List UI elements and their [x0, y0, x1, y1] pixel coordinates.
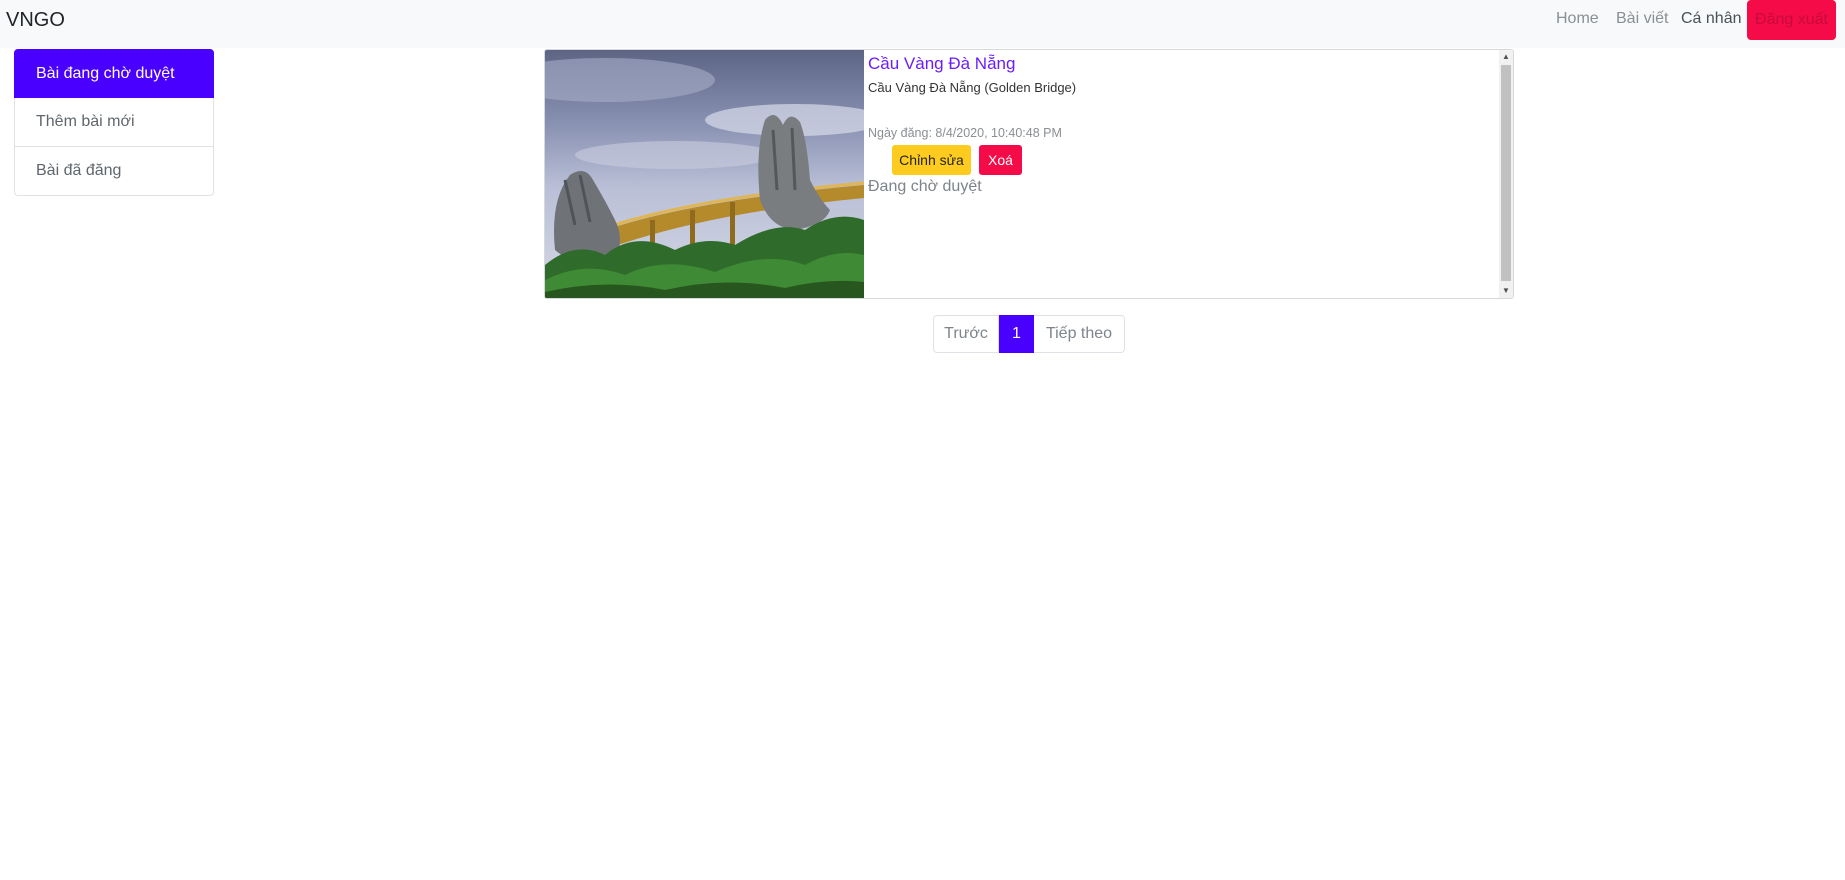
post-card: Cầu Vàng Đà Nẵng Cầu Vàng Đà Nẵng (Golde… [544, 49, 1514, 299]
brand-logo[interactable]: VNGO [6, 9, 65, 32]
card-scrollbar[interactable]: ▲ ▼ [1499, 50, 1513, 298]
delete-button[interactable]: Xoá [979, 145, 1022, 175]
pagination-next[interactable]: Tiếp theo [1034, 315, 1125, 353]
navbar: VNGO Home Bài viết Cá nhân Đăng xuất [0, 0, 1845, 48]
nav-link-home[interactable]: Home [1556, 10, 1599, 28]
pagination-page-1[interactable]: 1 [999, 315, 1034, 353]
sidebar-item-pending[interactable]: Bài đang chờ duyệt [14, 49, 214, 98]
scroll-thumb[interactable] [1501, 65, 1511, 281]
nav-link-personal[interactable]: Cá nhân [1681, 10, 1742, 28]
sidebar-item-published[interactable]: Bài đã đăng [14, 147, 214, 196]
post-date: Ngày đăng: 8/4/2020, 10:40:48 PM [868, 126, 1062, 140]
sidebar-item-new-post[interactable]: Thêm bài mới [14, 98, 214, 147]
scroll-down-arrow-icon[interactable]: ▼ [1499, 284, 1513, 298]
post-title[interactable]: Cầu Vàng Đà Nẵng [868, 54, 1015, 74]
logout-button[interactable]: Đăng xuất [1747, 0, 1836, 40]
pagination: Trước 1 Tiếp theo [933, 315, 1125, 353]
nav-link-posts[interactable]: Bài viết [1616, 10, 1668, 28]
post-thumbnail[interactable] [545, 50, 864, 299]
sidebar: Bài đang chờ duyệt Thêm bài mới Bài đã đ… [14, 49, 214, 196]
pagination-prev[interactable]: Trước [933, 315, 999, 353]
post-status: Đang chờ duyệt [868, 178, 982, 195]
scroll-up-arrow-icon[interactable]: ▲ [1499, 50, 1513, 64]
edit-button[interactable]: Chỉnh sửa [892, 145, 971, 175]
post-subtitle: Cầu Vàng Đà Nẵng (Golden Bridge) [868, 80, 1077, 95]
